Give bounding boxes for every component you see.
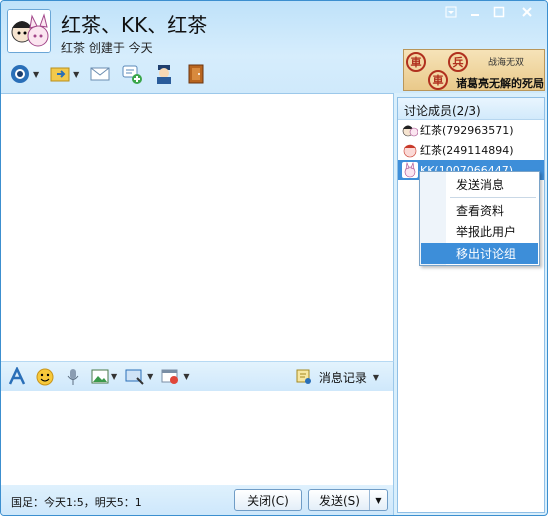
message-input[interactable] [1, 391, 394, 485]
ad-tag: 战海无双 [488, 58, 525, 68]
member-item[interactable]: 红茶(792963571) [398, 120, 544, 140]
members-header: 讨论成员(2/3) [398, 98, 544, 120]
police-button[interactable] [153, 61, 175, 87]
ad-headline: 诸葛亮无解的死局 [456, 77, 544, 90]
message-history-button[interactable]: 消息记录 ▼ [295, 368, 379, 386]
history-label: 消息记录 [318, 370, 367, 385]
voice-button[interactable] [63, 367, 83, 387]
members-panel: 讨论成员(2/3) 红茶(792963571) 红茶(249114894) KK… [397, 97, 545, 513]
close-window-button[interactable] [511, 3, 543, 21]
close-icon [522, 7, 532, 17]
menu-separator [450, 197, 536, 198]
emoji-button[interactable] [35, 367, 55, 387]
message-add-icon [122, 65, 143, 84]
message-history-area[interactable] [1, 93, 394, 361]
video-camera-icon [11, 65, 29, 83]
menu-item-report-user[interactable]: 举报此用户 [421, 221, 538, 242]
avatar [402, 162, 418, 178]
member-name: 红茶(792963571) [420, 124, 514, 137]
door-exit-icon [188, 64, 204, 84]
window-subtitle: 红茶 创建于 今天 [61, 41, 153, 55]
menu-icon [445, 6, 457, 18]
chess-piece: 兵 [448, 52, 468, 72]
avatar [402, 122, 418, 138]
exit-button[interactable] [185, 61, 207, 87]
window-title: 红茶、KK、红茶 [61, 13, 208, 37]
minimize-button[interactable] [463, 3, 487, 21]
microphone-icon [67, 368, 79, 385]
send-options-dropdown[interactable]: ▼ [369, 490, 387, 510]
chess-piece: 車 [406, 52, 426, 72]
menu-item-send-message[interactable]: 发送消息 [421, 174, 538, 195]
minimize-icon [471, 14, 479, 16]
top-toolbar: ▼ ▼ [9, 61, 217, 87]
maximize-icon [493, 6, 505, 18]
chat-window: 红茶、KK、红茶 红茶 创建于 今天 ▼ ▼ 車 兵 車 战海无双 诸葛亮无解的… [0, 0, 548, 516]
close-button[interactable]: 关闭(C) [234, 489, 302, 511]
smiley-icon [36, 368, 54, 385]
member-item[interactable]: 红茶(249114894) [398, 140, 544, 160]
window-controls [439, 3, 543, 21]
group-avatar[interactable] [7, 9, 51, 53]
status-text: 国足：今天1:5，明天5：1 [11, 496, 142, 509]
context-menu: 发送消息 查看资料 举报此用户 移出讨论组 [419, 171, 540, 266]
file-transfer-button[interactable]: ▼ [49, 61, 79, 87]
font-icon [8, 366, 26, 385]
menu-button[interactable] [439, 3, 463, 21]
chess-piece: 車 [428, 70, 448, 90]
ad-banner[interactable]: 車 兵 車 战海无双 诸葛亮无解的死局 [403, 49, 545, 91]
video-button[interactable]: ▼ [9, 61, 39, 87]
history-icon [296, 369, 311, 384]
font-button[interactable] [7, 366, 27, 387]
input-toolbar: ▼ ▼ ▼ 消息记录 ▼ [1, 361, 394, 391]
menu-item-remove-member[interactable]: 移出讨论组 [421, 243, 538, 264]
screenshot-button[interactable]: ▼ [125, 368, 153, 386]
mail-icon [90, 67, 110, 81]
send-label: 发送(S) [319, 493, 360, 508]
add-message-button[interactable] [121, 61, 143, 87]
police-icon [157, 65, 172, 84]
member-name: 红茶(249114894) [420, 144, 514, 157]
menu-item-view-profile[interactable]: 查看资料 [421, 200, 538, 221]
mail-button[interactable] [89, 61, 111, 87]
screenshot-icon [125, 369, 144, 385]
bottom-bar: 国足：今天1:5，明天5：1 关闭(C) 发送(S) ▼ [1, 485, 394, 515]
image-button[interactable]: ▼ [91, 368, 117, 386]
shake-button[interactable]: ▼ [161, 368, 189, 386]
maximize-button[interactable] [487, 3, 511, 21]
file-transfer-icon [50, 67, 70, 82]
avatar [402, 142, 418, 158]
send-button[interactable]: 发送(S) ▼ [308, 489, 388, 511]
window-header: 红茶、KK、红茶 红茶 创建于 今天 ▼ ▼ 車 兵 車 战海无双 诸葛亮无解的… [1, 1, 547, 93]
window-shake-icon [161, 369, 179, 384]
image-icon [91, 369, 109, 383]
